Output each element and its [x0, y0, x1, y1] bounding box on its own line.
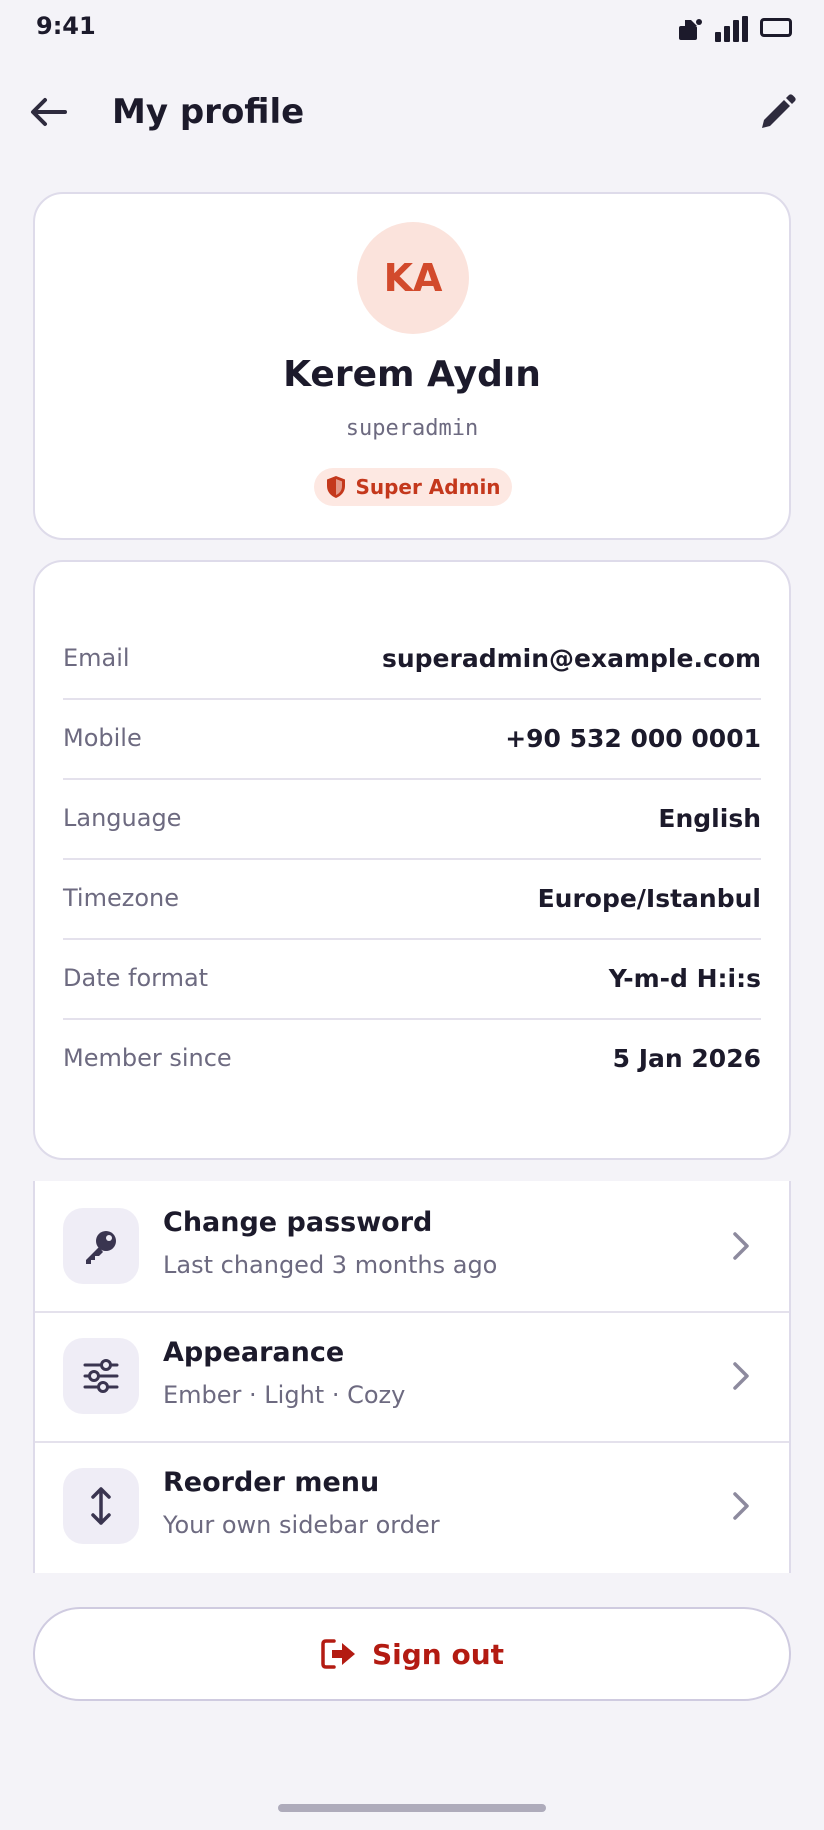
detail-label: Email: [63, 644, 130, 672]
shield-icon: [327, 476, 346, 498]
change-password-item[interactable]: Change password Last changed 3 months ag…: [35, 1181, 789, 1313]
status-time: 9:41: [36, 12, 96, 40]
chevron-right-icon: [721, 1356, 761, 1396]
home-indicator[interactable]: [278, 1804, 546, 1812]
settings-actions-list: Change password Last changed 3 months ag…: [33, 1181, 791, 1573]
signal-icon: [715, 16, 748, 42]
detail-value: +90 532 000 0001: [505, 723, 761, 753]
battery-icon: [760, 18, 792, 37]
profile-card: KA Kerem Aydın superadmin Super Admin: [33, 192, 791, 540]
arrow-left-icon: [31, 98, 67, 126]
detail-value: 5 Jan 2026: [612, 1043, 761, 1073]
chevron-right-icon: [721, 1226, 761, 1266]
detail-row-date-format: Date format Y-m-d H:i:s: [63, 938, 761, 1020]
detail-label: Date format: [63, 964, 209, 992]
detail-label: Language: [63, 804, 182, 832]
notification-icon: [679, 19, 702, 40]
sign-out-button[interactable]: Sign out: [33, 1607, 791, 1701]
action-title: Change password: [163, 1207, 433, 1238]
profile-details-card: Email superadmin@example.com Mobile +90 …: [33, 560, 791, 1160]
appearance-item[interactable]: Appearance Ember · Light · Cozy: [35, 1311, 789, 1443]
action-title: Reorder menu: [163, 1467, 380, 1498]
sign-out-icon: [321, 1639, 355, 1669]
detail-row-mobile: Mobile +90 532 000 0001: [63, 698, 761, 780]
sign-out-label: Sign out: [371, 1637, 505, 1671]
action-subtitle: Your own sidebar order: [163, 1511, 440, 1539]
profile-username: superadmin: [345, 416, 479, 441]
sliders-icon: [63, 1338, 139, 1414]
detail-value: superadmin@example.com: [381, 643, 761, 673]
detail-row-member-since: Member since 5 Jan 2026: [63, 1018, 761, 1098]
status-icons: [677, 14, 792, 42]
detail-value: Y-m-d H:i:s: [608, 963, 761, 993]
app-bar: My profile: [0, 80, 824, 144]
detail-value: Europe/Istanbul: [537, 883, 761, 913]
action-subtitle: Ember · Light · Cozy: [163, 1381, 406, 1409]
detail-label: Member since: [63, 1044, 232, 1072]
profile-name: Kerem Aydın: [283, 354, 541, 395]
detail-row-email: Email superadmin@example.com: [63, 618, 761, 700]
detail-value: English: [658, 803, 761, 833]
detail-label: Mobile: [63, 724, 142, 752]
page-title: My profile: [112, 92, 305, 132]
action-title: Appearance: [163, 1337, 345, 1368]
back-button[interactable]: [24, 90, 72, 134]
detail-row-language: Language English: [63, 778, 761, 860]
reorder-menu-item[interactable]: Reorder menu Your own sidebar order: [35, 1441, 789, 1571]
edit-profile-button[interactable]: [752, 88, 802, 138]
key-icon: [63, 1208, 139, 1284]
avatar: KA: [357, 222, 469, 334]
detail-row-timezone: Timezone Europe/Istanbul: [63, 858, 761, 940]
chevron-right-icon: [721, 1486, 761, 1526]
detail-label: Timezone: [63, 884, 179, 912]
role-badge-label: Super Admin: [355, 475, 501, 499]
action-subtitle: Last changed 3 months ago: [163, 1251, 498, 1279]
pencil-icon: [762, 94, 796, 128]
reorder-icon: [63, 1468, 139, 1544]
role-badge: Super Admin: [314, 468, 512, 506]
status-bar: 9:41: [0, 0, 824, 56]
